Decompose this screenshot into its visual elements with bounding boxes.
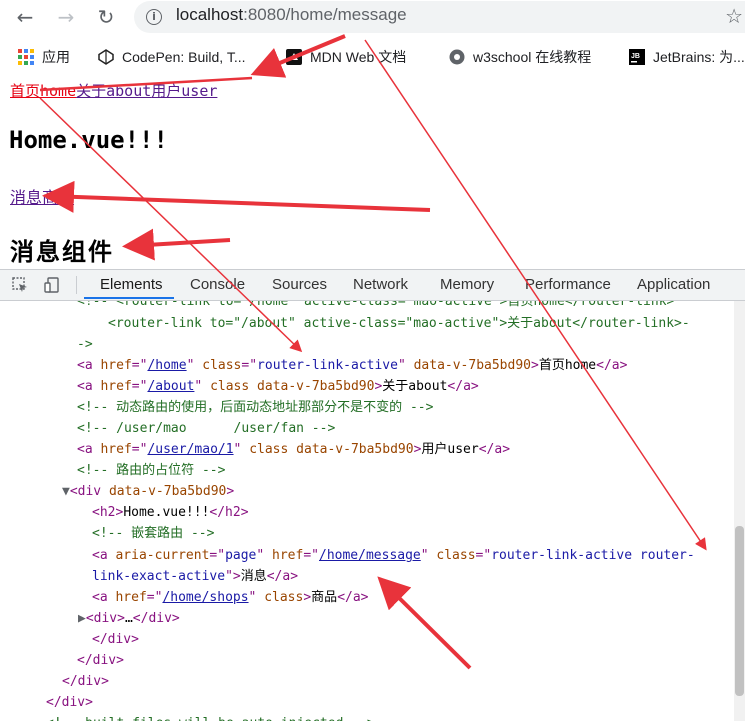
data-attr: data-v-7ba5bd90: [413, 358, 531, 373]
dom-node-collapsed-div[interactable]: ▶<div>…</div>: [78, 608, 180, 629]
nav-link-about[interactable]: 关于about: [76, 82, 151, 100]
dom-close-div: </div>: [62, 674, 109, 689]
dom-node-a-user[interactable]: <a href="/user/mao/1" class data-v-7ba5b…: [77, 439, 510, 460]
node-text: 用户user: [421, 442, 479, 457]
elements-tree: <!-- <router-link to="/home" active-clas…: [0, 301, 734, 721]
node-text: 消息: [240, 569, 267, 584]
codepen-icon: [98, 49, 114, 65]
bookmark-label: CodePen: Build, T...: [122, 49, 246, 65]
bookmark-label: w3school 在线教程: [473, 49, 592, 65]
svg-text:JB: JB: [631, 53, 640, 60]
class-value: router-link-active: [257, 358, 398, 373]
reload-icon[interactable]: ↻: [95, 6, 117, 28]
bookmark-jetbrains[interactable]: JB JetBrains: 为...: [629, 46, 745, 68]
jetbrains-icon: JB: [629, 49, 645, 65]
node-text: Home.vue!!!: [123, 505, 210, 520]
sub-nav: 消息商品: [10, 184, 74, 208]
bookmark-mdn[interactable]: MDN Web 文档: [286, 46, 406, 68]
apps-grid-icon: [18, 49, 34, 65]
arrow-right-icon[interactable]: →: [55, 6, 77, 28]
w3school-icon: [449, 49, 465, 65]
node-text: 商品: [311, 590, 338, 605]
star-icon[interactable]: ☆: [725, 4, 743, 28]
tab-sources[interactable]: Sources: [272, 276, 327, 293]
nav-link-home[interactable]: 首页home: [10, 82, 76, 100]
node-text: 首页home: [538, 358, 597, 373]
nav-links: 首页home关于about用户user: [10, 80, 217, 101]
code-comment: ->: [77, 337, 93, 352]
triangle-right-icon[interactable]: ▶: [78, 611, 86, 626]
href-link[interactable]: /about: [147, 379, 194, 394]
mdn-icon: [286, 49, 302, 65]
dom-close-div: </div>: [77, 653, 124, 668]
tab-elements[interactable]: Elements: [100, 276, 163, 293]
class-value: link-exact-active: [92, 569, 226, 584]
dom-close-div: </div>: [46, 695, 93, 710]
node-ellipsis: …: [124, 611, 133, 626]
tab-performance[interactable]: Performance: [525, 276, 611, 293]
page-heading: Home.vue!!!: [9, 126, 168, 154]
code-comment: <!-- /user/mao /user/fan -->: [77, 421, 336, 436]
tab-network[interactable]: Network: [353, 276, 408, 293]
scrollbar-thumb[interactable]: [735, 526, 744, 696]
url-path: :8080/home/message: [243, 5, 407, 24]
devtools-panel: Elements Console Sources Network Memory …: [0, 269, 745, 721]
bookmark-label: MDN Web 文档: [310, 49, 407, 65]
dom-node-a-message-cont: link-exact-active">消息</a>: [92, 569, 299, 584]
nav-link-message[interactable]: 消息: [10, 188, 42, 207]
info-icon[interactable]: i: [146, 9, 162, 25]
dom-node-a-about[interactable]: <a href="/about" class data-v-7ba5bd90>关…: [77, 376, 479, 397]
devtools-tabbar: Elements Console Sources Network Memory …: [0, 270, 745, 301]
bookmark-w3school[interactable]: w3school 在线教程: [449, 46, 591, 68]
href-link[interactable]: /home/message: [319, 548, 421, 563]
url-host: localhost: [176, 5, 244, 24]
nav-link-shops[interactable]: 商品: [42, 188, 74, 207]
bookmarks-bar: 应用 CodePen: Build, T... MDN Web 文档 w3sch…: [0, 40, 745, 74]
dom-close-div: </div>: [92, 632, 139, 647]
href-link[interactable]: /home: [147, 358, 186, 373]
tab-memory[interactable]: Memory: [440, 276, 494, 293]
href-link[interactable]: /user/mao/1: [147, 442, 233, 457]
page-content: 首页home关于about用户user Home.vue!!! 消息商品 消息组…: [0, 74, 745, 269]
message-component-heading: 消息组件: [10, 237, 114, 266]
device-toolbar-icon[interactable]: [44, 277, 60, 293]
dom-node-div[interactable]: ▼<div data-v-7ba5bd90>: [62, 481, 234, 502]
code-comment: <!-- <router-link to="/home" active-clas…: [77, 301, 675, 309]
dom-node-a-message[interactable]: <a aria-current="page" href="/home/messa…: [92, 545, 695, 566]
devtools-scrollbar[interactable]: [734, 301, 745, 721]
code-comment: <!-- 动态路由的使用，后面动态地址那部分不是不变的 -->: [77, 400, 434, 415]
dom-node-h2[interactable]: <h2>Home.vue!!!</h2>: [92, 502, 249, 523]
arrow-left-icon[interactable]: ←: [14, 6, 36, 28]
active-tab-indicator: [84, 297, 174, 299]
bookmark-label: 应用: [42, 49, 70, 65]
aria-value: page: [225, 548, 257, 563]
tab-divider: [76, 276, 77, 294]
browser-toolbar: ← → ↻ i localhost:8080/home/message ☆: [0, 0, 745, 34]
bookmark-apps[interactable]: 应用: [18, 46, 70, 68]
triangle-down-icon[interactable]: ▼: [62, 484, 70, 499]
bookmark-label: JetBrains: 为...: [653, 49, 745, 65]
tab-console[interactable]: Console: [190, 276, 245, 293]
code-comment: <!-- 嵌套路由 -->: [92, 526, 215, 541]
dom-node-a-shops[interactable]: <a href="/home/shops" class>商品</a>: [92, 587, 369, 608]
dom-node-a-home[interactable]: <a href="/home" class="router-link-activ…: [77, 355, 627, 376]
class-value: router-link-active router-: [491, 548, 695, 563]
code-comment: <!-- 路由的占位符 -->: [77, 463, 226, 478]
node-text: 关于about: [382, 379, 448, 394]
bookmark-codepen[interactable]: CodePen: Build, T...: [98, 46, 245, 68]
data-attr: data-v-7ba5bd90: [108, 484, 227, 499]
tab-application[interactable]: Application: [637, 276, 710, 293]
nav-link-user[interactable]: 用户user: [151, 82, 217, 100]
address-bar[interactable]: i localhost:8080/home/message: [134, 1, 745, 33]
href-link[interactable]: /home/shops: [162, 590, 248, 605]
code-comment: <router-link to="/about" active-class="m…: [108, 316, 690, 331]
url-text[interactable]: localhost:8080/home/message: [176, 5, 407, 25]
inspect-element-icon[interactable]: [12, 277, 28, 293]
